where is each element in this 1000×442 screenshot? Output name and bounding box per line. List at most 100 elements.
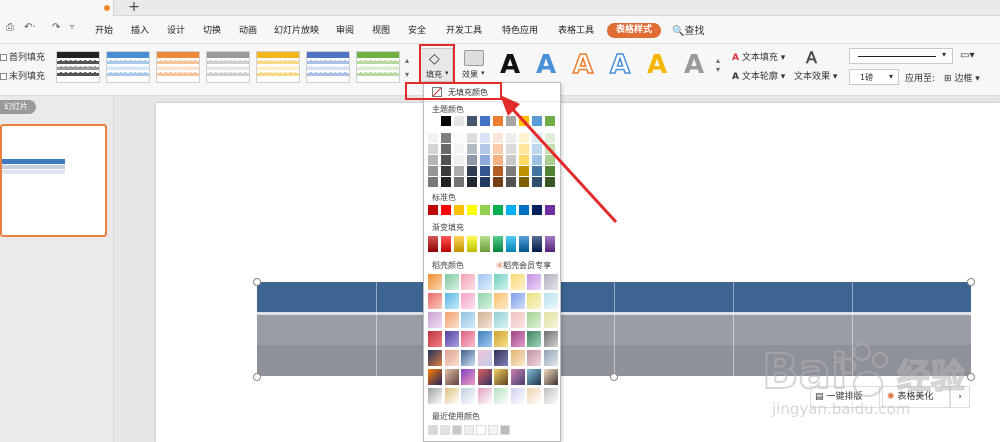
theme-shade-swatch[interactable] — [467, 166, 477, 176]
daoke-gradient-swatch[interactable] — [477, 388, 492, 404]
standard-color-swatch[interactable] — [428, 205, 438, 215]
table-style-gold[interactable] — [256, 51, 300, 83]
daoke-gradient-swatch[interactable] — [543, 388, 558, 404]
table-style-green[interactable] — [356, 51, 400, 83]
daoke-gradient-swatch[interactable] — [494, 293, 508, 309]
daoke-gradient-swatch[interactable] — [477, 350, 492, 366]
more-button[interactable]: › — [950, 386, 970, 408]
theme-shade-swatch[interactable] — [480, 144, 490, 154]
daoke-gradient-swatch[interactable] — [494, 350, 508, 366]
gradient-swatch[interactable] — [532, 236, 542, 252]
theme-shade-swatch[interactable] — [480, 177, 490, 187]
theme-shade-swatch[interactable] — [441, 155, 451, 165]
daoke-gradient-swatch[interactable] — [477, 369, 492, 385]
theme-shade-swatch[interactable] — [428, 166, 438, 176]
text-fill-button[interactable]: A 文本填充 ▾ — [732, 50, 785, 63]
text-effect-button[interactable]: 文本效果 ▾ — [794, 69, 837, 82]
daoke-gradient-swatch[interactable] — [527, 350, 541, 366]
theme-shade-swatch[interactable] — [467, 155, 477, 165]
wordart-gold[interactable]: A — [647, 50, 667, 80]
tab-animation[interactable]: 动画 — [239, 23, 257, 36]
scroll-down-icon[interactable]: ▾ — [405, 70, 409, 79]
daoke-gradient-swatch[interactable] — [428, 274, 442, 290]
daoke-gradient-swatch[interactable] — [461, 369, 475, 385]
tab-home[interactable]: 开始 — [95, 23, 113, 36]
effect-button[interactable]: 效果 ▾ — [458, 48, 490, 82]
redo-button[interactable]: ↷ — [52, 22, 60, 33]
customize-icon[interactable]: ▿ — [70, 22, 74, 31]
daoke-gradient-swatch[interactable] — [510, 293, 525, 309]
wordart-blue-outline[interactable]: A — [609, 49, 631, 81]
daoke-gradient-swatch[interactable] — [461, 274, 475, 290]
theme-shade-swatch[interactable] — [480, 133, 490, 143]
daoke-gradient-swatch[interactable] — [444, 274, 459, 290]
daoke-gradient-swatch[interactable] — [477, 331, 492, 347]
standard-color-swatch[interactable] — [467, 205, 477, 215]
daoke-gradient-swatch[interactable] — [461, 312, 475, 328]
daoke-gradient-swatch[interactable] — [510, 369, 525, 385]
daoke-gradient-swatch[interactable] — [428, 388, 442, 404]
recent-color-swatch[interactable] — [452, 425, 462, 435]
table-style-navy[interactable] — [306, 51, 350, 83]
recent-color-swatch[interactable] — [428, 425, 438, 435]
gradient-swatch[interactable] — [428, 236, 438, 252]
tab-developer[interactable]: 开发工具 — [446, 23, 482, 36]
wordart-orange-outline[interactable]: A — [572, 49, 594, 81]
theme-shade-swatch[interactable] — [428, 144, 438, 154]
theme-shade-swatch[interactable] — [441, 166, 451, 176]
daoke-gradient-swatch[interactable] — [461, 388, 475, 404]
recent-color-swatch[interactable] — [464, 425, 474, 435]
daoke-gradient-swatch[interactable] — [527, 312, 541, 328]
one-click-layout-button[interactable]: ▤ 一键排版 — [810, 386, 880, 408]
recent-color-swatch[interactable] — [488, 425, 498, 435]
standard-color-swatch[interactable] — [441, 205, 451, 215]
recent-color-swatch[interactable] — [440, 425, 450, 435]
tab-table-style[interactable]: 表格样式 — [607, 23, 661, 38]
undo-button[interactable]: ↶· — [24, 22, 36, 33]
border-color-icon[interactable]: ▭▾ — [960, 50, 974, 61]
scroll-up-icon[interactable]: ▴ — [405, 56, 409, 65]
table-style-gray[interactable] — [206, 51, 250, 83]
theme-shade-swatch[interactable] — [454, 144, 464, 154]
slide-thumbnail[interactable] — [0, 124, 107, 237]
tab-security[interactable]: 安全 — [408, 23, 426, 36]
daoke-gradient-swatch[interactable] — [527, 369, 541, 385]
daoke-gradient-swatch[interactable] — [527, 331, 541, 347]
daoke-gradient-swatch[interactable] — [477, 274, 492, 290]
recent-color-swatch[interactable] — [476, 425, 486, 435]
tab-transition[interactable]: 切换 — [203, 23, 221, 36]
daoke-gradient-swatch[interactable] — [527, 293, 541, 309]
daoke-gradient-swatch[interactable] — [494, 331, 508, 347]
daoke-gradient-swatch[interactable] — [543, 331, 558, 347]
theme-shade-swatch[interactable] — [467, 177, 477, 187]
daoke-gradient-swatch[interactable] — [543, 350, 558, 366]
theme-shade-swatch[interactable] — [454, 166, 464, 176]
resize-handle[interactable] — [967, 278, 975, 286]
daoke-gradient-swatch[interactable] — [494, 274, 508, 290]
daoke-gradient-swatch[interactable] — [461, 293, 475, 309]
daoke-gradient-swatch[interactable] — [428, 312, 442, 328]
theme-shade-swatch[interactable] — [454, 177, 464, 187]
daoke-gradient-swatch[interactable] — [444, 293, 459, 309]
table-beautify-button[interactable]: ✺ 表格美化 — [882, 386, 950, 408]
table-style-dark[interactable] — [56, 51, 100, 83]
gradient-swatch[interactable] — [493, 236, 503, 252]
wordart-blue[interactable]: A — [536, 50, 556, 80]
daoke-gradient-swatch[interactable] — [444, 331, 459, 347]
table-style-orange[interactable] — [156, 51, 200, 83]
daoke-gradient-swatch[interactable] — [428, 293, 442, 309]
standard-color-swatch[interactable] — [454, 205, 464, 215]
daoke-gradient-swatch[interactable] — [428, 331, 442, 347]
daoke-gradient-swatch[interactable] — [444, 312, 459, 328]
theme-color-swatch[interactable] — [467, 116, 477, 126]
gradient-swatch[interactable] — [519, 236, 529, 252]
daoke-gradient-swatch[interactable] — [461, 331, 475, 347]
wordart-more-icon[interactable]: ▴ ▾ — [716, 56, 720, 74]
print-preview-icon[interactable]: ⎙ — [6, 22, 14, 33]
theme-shade-swatch[interactable] — [480, 155, 490, 165]
theme-shade-swatch[interactable] — [480, 166, 490, 176]
daoke-gradient-swatch[interactable] — [510, 350, 525, 366]
wordart-black[interactable]: A — [500, 50, 520, 80]
daoke-gradient-swatch[interactable] — [543, 293, 558, 309]
gradient-swatch[interactable] — [545, 236, 555, 252]
